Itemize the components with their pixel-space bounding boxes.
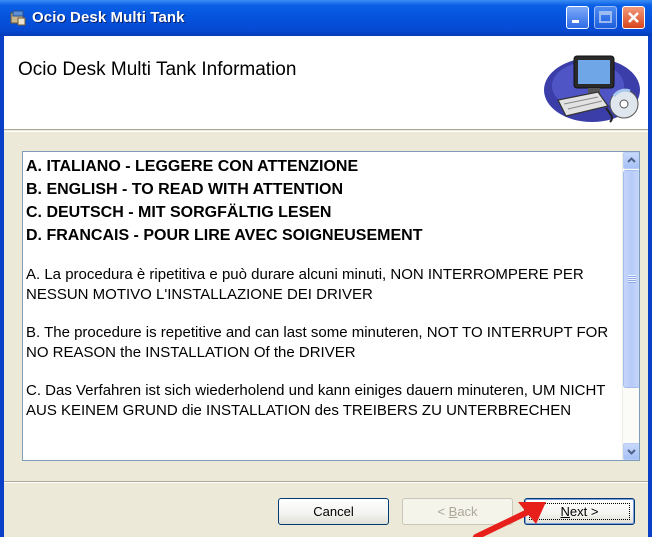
heading-english: B. ENGLISH - TO READ WITH ATTENTION [26, 181, 344, 198]
footer-divider [4, 481, 648, 483]
page-title: Ocio Desk Multi Tank Information [18, 59, 297, 80]
red-arrow-icon [473, 502, 546, 537]
scroll-up-button[interactable] [623, 152, 639, 169]
maximize-icon [599, 11, 612, 23]
paragraph-deutsch: C. Das Verfahren ist sich wiederholend u… [26, 382, 606, 419]
minimize-icon [572, 20, 579, 23]
chevron-up-icon [627, 157, 636, 163]
paragraph-english: B. The procedure is repetitive and can l… [26, 324, 609, 361]
minimize-button[interactable] [566, 6, 589, 29]
header-banner: Ocio Desk Multi Tank Information [4, 36, 648, 130]
scrollbar-thumb[interactable] [623, 170, 639, 388]
computer-cd-icon [544, 55, 640, 123]
installer-icon [10, 10, 26, 26]
heading-deutsch: C. DEUTSCH - MIT SORGFÄLTIG LESEN [26, 204, 332, 221]
close-icon [628, 12, 639, 23]
dialog-body: Ocio Desk Multi Tank Information A. ITAL… [4, 36, 648, 537]
vertical-scrollbar[interactable] [622, 152, 639, 460]
cancel-button[interactable]: Cancel [278, 498, 389, 525]
heading-francais: D. FRANCAIS - POUR LIRE AVEC SOIGNEUSEME… [26, 227, 423, 244]
header-divider [4, 131, 648, 132]
license-content: A. ITALIANO - LEGGERE CON ATTENZIONE B. … [26, 155, 620, 421]
grip-icon [628, 275, 636, 283]
maximize-button[interactable] [594, 6, 617, 29]
chevron-down-icon [627, 449, 636, 455]
license-text-area[interactable]: A. ITALIANO - LEGGERE CON ATTENZIONE B. … [22, 151, 640, 461]
scroll-down-button[interactable] [623, 443, 639, 460]
close-button[interactable] [622, 6, 645, 29]
title-bar[interactable]: Ocio Desk Multi Tank [0, 0, 652, 36]
heading-italiano: A. ITALIANO - LEGGERE CON ATTENZIONE [26, 158, 359, 175]
window-title: Ocio Desk Multi Tank [32, 9, 185, 26]
paragraph-italiano: A. La procedura è ripetitiva e può durar… [26, 266, 584, 303]
installer-window: Ocio Desk Multi Tank Ocio Desk Multi Tan… [0, 0, 652, 537]
